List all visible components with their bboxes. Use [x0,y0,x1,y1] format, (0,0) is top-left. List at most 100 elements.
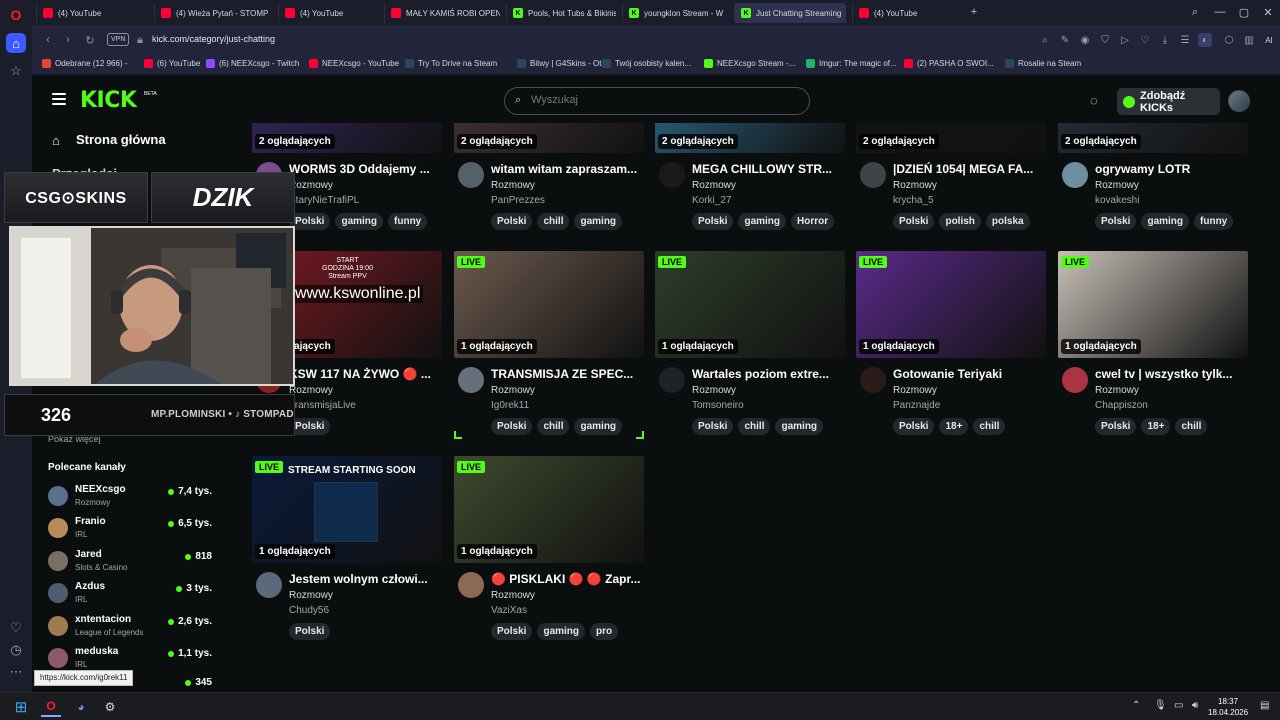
bookmark-item[interactable]: NEEXcsgo - YouTube [309,59,399,68]
streamer-avatar[interactable] [458,367,484,393]
stream-card[interactable]: LIVE 1 oglądających Gotowanie Teriyaki Rozm… [856,251,1046,447]
profile-icon[interactable]: ◐ [1198,33,1212,47]
tag-chip[interactable]: polska [985,213,1030,230]
tag-chip[interactable]: funny [388,213,428,230]
stream-title[interactable]: 🔴 PISKLAKI 🔴 🔴 Zapr... [491,572,643,586]
stream-title[interactable]: MEGA CHILLOWY STR... [692,162,844,176]
tag-chip[interactable]: Polski [1095,418,1137,435]
tag-chip[interactable]: Polski [491,213,533,230]
windows-start-icon[interactable]: ⊞ [11,697,31,717]
maximize-icon[interactable]: ▢ [1236,4,1252,20]
stream-thumbnail[interactable]: LIVE 1 oglądających [454,251,644,358]
stream-card[interactable]: 2 oglądających witam witam zapraszam... Ro… [454,123,644,242]
stream-thumbnail[interactable]: STREAM STARTING SOON LIVE 1 oglądających [252,456,442,563]
stream-category[interactable]: Rozmowy [1095,180,1139,191]
stream-category[interactable]: Rozmowy [289,180,333,191]
sidebar-channel-Azdus[interactable]: Azdus IRL 3 tys. [48,581,228,613]
tag-chip[interactable]: gaming [775,418,824,435]
stream-card[interactable]: LIVE 1 oglądających Wartales poziom extre.… [655,251,845,447]
tag-chip[interactable]: chill [973,418,1006,435]
tray-chevron-icon[interactable]: ⌃ [1132,700,1140,711]
stream-category[interactable]: Rozmowy [289,385,333,396]
stream-title[interactable]: Gotowanie Teriyaki [893,367,1045,381]
tab-1[interactable]: (4) Wieża Pytań - STOMP [154,3,272,23]
heart-icon[interactable]: ♡ [1138,33,1152,47]
sidebar-channel-Jared[interactable]: Jared Slots & Casino 818 [48,549,228,581]
tag-chip[interactable]: chill [537,418,570,435]
home-speed-dial-icon[interactable]: ⌂ [6,33,26,53]
tag-chip[interactable]: chill [738,418,771,435]
tag-chip[interactable]: chill [537,213,570,230]
sidebar-channel-xntentacion[interactable]: xntentacion League of Legends 2,6 tys. [48,614,228,646]
stream-title[interactable]: |DZIEŃ 1054| MEGA FA... [893,162,1045,176]
stream-category[interactable]: Rozmowy [491,385,535,396]
favorites-heart-icon[interactable]: ♡ [6,618,26,638]
forward-icon[interactable]: › [60,32,76,48]
edit-icon[interactable]: ✎ [1058,33,1072,47]
sidebar-channel-NEEXcsgo[interactable]: NEEXcsgo Rozmowy 7,4 tys. [48,484,228,516]
tag-chip[interactable]: Polski [893,213,935,230]
streamer-name[interactable]: PanPrezzes [491,195,545,206]
stream-title[interactable]: cwel tv | wszystko tylk... [1095,367,1247,381]
streamer-avatar[interactable] [860,162,886,188]
discord-taskbar-icon[interactable]: ◕ [71,697,91,717]
search-box[interactable]: ⌕ [504,87,810,115]
stream-category[interactable]: Rozmowy [893,180,937,191]
tag-chip[interactable]: Horror [791,213,835,230]
tab-6[interactable]: K Just Chatting Streaming [734,3,846,23]
stream-thumbnail[interactable]: LIVE 1 oglądających [655,251,845,358]
streamer-avatar[interactable] [659,162,685,188]
sidebar-home-link[interactable]: ⌂ Strona główna [52,132,166,148]
more-options-icon[interactable]: ⋯ [6,662,26,682]
stream-thumbnail[interactable]: 2 oglądających [1058,123,1248,153]
stream-thumbnail[interactable]: LIVE 1 oglądających [1058,251,1248,358]
streamer-name[interactable]: Chudy56 [289,605,329,616]
history-clock-icon[interactable]: ◷ [6,640,26,660]
stream-card[interactable]: 2 oglądających MEGA CHILLOWY STR... Rozmow… [655,123,845,242]
volume-icon[interactable]: 🔊︎ [1192,700,1198,711]
tag-chip[interactable]: gaming [537,623,586,640]
bookmark-item[interactable]: Bitwy | G4Skins - Ot... [517,59,608,68]
lock-icon[interactable]: 🔒︎ [132,32,148,48]
bookmark-item[interactable]: (2) PASHA O SWOI... [904,59,994,68]
stream-title[interactable]: ogrywamy LOTR [1095,162,1247,176]
stream-category[interactable]: Rozmowy [893,385,937,396]
tag-chip[interactable]: gaming [574,213,623,230]
vpn-badge[interactable]: VPN [107,33,130,46]
streamer-name[interactable]: VaziXas [491,605,527,616]
stream-category[interactable]: Rozmowy [491,180,535,191]
bookmark-item[interactable]: Odebrane (12 966) - [42,59,128,68]
shield-icon[interactable]: ⛉ [1098,33,1112,47]
streamer-avatar[interactable] [659,367,685,393]
streamer-avatar[interactable] [458,572,484,598]
stream-title[interactable]: Wartales poziom extre... [692,367,844,381]
streamer-name[interactable]: TransmisjaLive [289,400,356,411]
stream-thumbnail[interactable]: 2 oglądających [252,123,442,153]
camera-icon[interactable]: ◉ [1078,33,1092,47]
tag-chip[interactable]: 18+ [1141,418,1171,435]
tag-chip[interactable]: gaming [574,418,623,435]
stream-thumbnail[interactable]: 2 oglądających [655,123,845,153]
reload-icon[interactable]: ↻ [82,32,98,48]
stream-card[interactable]: LIVE 1 oglądających TRANSMISJA ZE SPEC... R… [454,251,644,447]
tag-chip[interactable]: funny [1194,213,1234,230]
bookmark-item[interactable]: (6) YouTube [144,59,200,68]
stream-category[interactable]: Rozmowy [692,385,736,396]
tag-chip[interactable]: Polski [893,418,935,435]
tag-chip[interactable]: gaming [1141,213,1190,230]
stream-thumbnail[interactable]: 2 oglądających [856,123,1046,153]
streamer-avatar[interactable] [256,572,282,598]
streamer-name[interactable]: Chappiszon [1095,400,1148,411]
tab-0[interactable]: (4) YouTube [36,3,146,23]
streamer-name[interactable]: krycha_5 [893,195,934,206]
stream-card[interactable]: LIVE 1 oglądających 🔴 PISKLAKI 🔴 🔴 Zapr...… [454,456,644,652]
split-icon[interactable]: ▥ [1242,33,1256,47]
notifications-icon[interactable]: ▤ [1260,700,1269,711]
notification-icon[interactable]: ◌ [1090,93,1106,109]
stream-title[interactable]: TRANSMISJA ZE SPEC... [491,367,643,381]
tag-chip[interactable]: Polski [289,213,331,230]
tag-chip[interactable]: 18+ [939,418,969,435]
bookmark-item[interactable]: Try To Drive na Steam [405,59,497,68]
streamer-name[interactable]: kovakeshi [1095,195,1139,206]
streamer-name[interactable]: StaryNieTrafiPL [289,195,359,206]
